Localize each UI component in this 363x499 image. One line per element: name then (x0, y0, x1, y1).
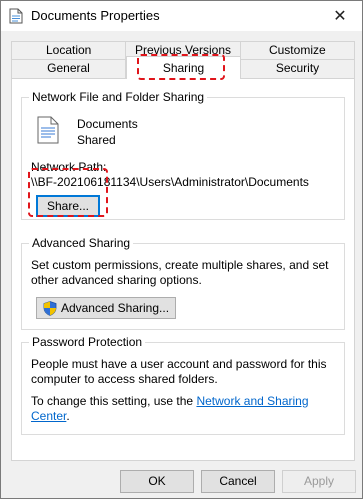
password-protection-description: People must have a user account and pass… (31, 357, 327, 386)
password-protection-heading: Password Protection (29, 335, 146, 349)
advanced-sharing-button[interactable]: Advanced Sharing... (36, 297, 176, 319)
tab-general[interactable]: General (11, 59, 126, 78)
close-icon: ✕ (333, 8, 347, 25)
sharing-tab-highlight (137, 54, 225, 80)
network-sharing-heading: Network File and Folder Sharing (29, 90, 208, 104)
document-icon (37, 116, 59, 144)
tab-security[interactable]: Security (241, 59, 355, 78)
advanced-sharing-button-label: Advanced Sharing... (60, 301, 170, 315)
document-icon (9, 8, 23, 24)
sharing-panel: Network File and Folder Sharing Document… (11, 78, 355, 461)
properties-dialog: Documents Properties ✕ Location Previous… (0, 0, 363, 499)
tab-location[interactable]: Location (11, 41, 127, 60)
cancel-button[interactable]: Cancel (201, 470, 275, 493)
advanced-sharing-group: Advanced Sharing Set custom permissions,… (21, 236, 345, 330)
uac-shield-icon (43, 300, 57, 316)
advanced-sharing-heading: Advanced Sharing (29, 236, 134, 250)
shared-item-name: Documents (77, 117, 138, 131)
ok-button[interactable]: OK (120, 470, 194, 493)
shared-item-status: Shared (77, 133, 116, 147)
password-change-suffix: . (66, 409, 70, 423)
title-bar: Documents Properties ✕ (1, 1, 362, 31)
password-protection-group: Password Protection People must have a u… (21, 335, 345, 435)
apply-button[interactable]: Apply (282, 470, 356, 493)
advanced-sharing-description: Set custom permissions, create multiple … (31, 258, 329, 287)
password-change-text: To change this setting, use the Network … (31, 394, 335, 424)
close-button[interactable]: ✕ (318, 1, 362, 31)
tab-customize[interactable]: Customize (240, 41, 355, 60)
window-title: Documents Properties (31, 8, 160, 23)
share-button-highlight (28, 168, 108, 217)
password-change-prefix: To change this setting, use the (31, 394, 197, 408)
